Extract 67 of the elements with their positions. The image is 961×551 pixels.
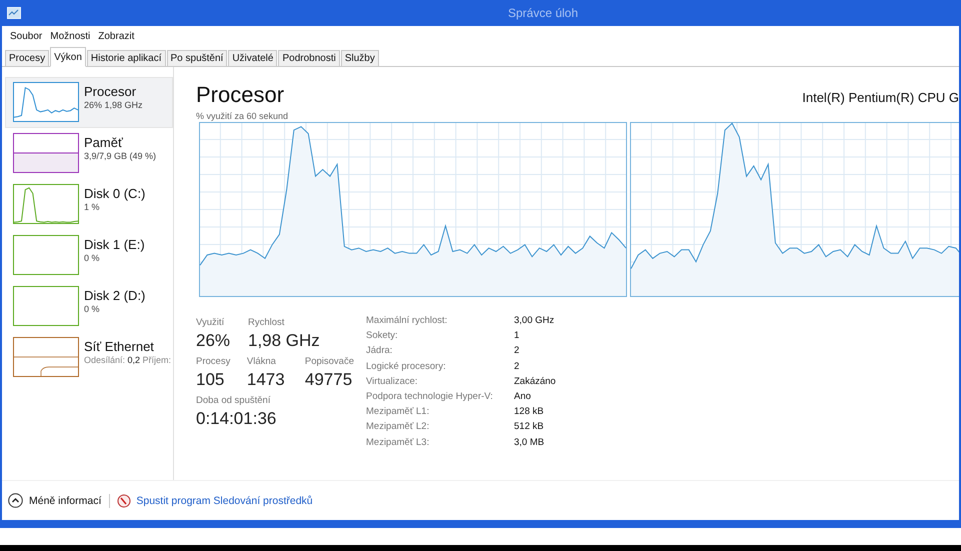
spec-label: Jádra: bbox=[366, 344, 394, 358]
spec-value: Zakázáno bbox=[514, 374, 556, 389]
tab[interactable]: Služby bbox=[340, 50, 379, 67]
item-name: Síť Ethernet bbox=[84, 339, 155, 354]
spec-label: Sokety: bbox=[366, 329, 399, 344]
stat-label: Využití bbox=[196, 317, 226, 328]
stat-label: Rychlost bbox=[248, 317, 286, 328]
spec-value: 512 kB bbox=[514, 420, 545, 434]
spec-value: 3,00 GHz bbox=[514, 314, 556, 328]
stat-value: 105 bbox=[196, 370, 226, 390]
gauge-icon bbox=[117, 494, 132, 508]
spec-label: Mezipaměť L3: bbox=[366, 436, 430, 450]
tab[interactable]: Procesy bbox=[5, 50, 50, 67]
stat-value: 49775 bbox=[304, 370, 354, 390]
stat-label: Vlákna bbox=[246, 356, 277, 367]
spec-label: Podpora technologie Hyper-V: bbox=[366, 390, 494, 404]
spec-label: Mezipaměť L1: bbox=[366, 405, 430, 420]
stat-value: 1473 bbox=[246, 370, 286, 390]
item-detail: Odesílání: 0,2 Příjem: bbox=[84, 355, 172, 365]
stat-value: 0:14:01:36 bbox=[196, 409, 276, 429]
app-icon bbox=[7, 7, 21, 19]
stat-value: 1,98 GHz bbox=[248, 331, 320, 351]
resource-monitor-link[interactable]: Spustit program Sledování prostředků bbox=[136, 494, 313, 506]
spec-value: 1 bbox=[514, 329, 520, 344]
spec-value: 128 kB bbox=[514, 405, 545, 420]
cpu-model: Intel(R) Pentium(R) CPU G bbox=[802, 90, 959, 105]
stat-label: Procesy bbox=[196, 356, 232, 367]
item-detail: 1 % bbox=[84, 202, 101, 212]
spec-value: 3,0 MB bbox=[514, 436, 546, 450]
spec-value: 2 bbox=[514, 344, 520, 358]
tab[interactable]: Po spuštění bbox=[166, 50, 228, 67]
tab[interactable]: Výkon bbox=[50, 47, 86, 67]
panel-title: Procesor bbox=[196, 82, 284, 108]
spec-label: Virtualizace: bbox=[366, 374, 419, 389]
tab[interactable]: Historie aplikací bbox=[86, 50, 166, 67]
item-name: Disk 2 (D:) bbox=[84, 288, 146, 303]
spec-value: Ano bbox=[514, 390, 532, 404]
chevron-up-icon bbox=[8, 493, 23, 508]
sidebar-item[interactable]: Disk 2 (D:) 0 % bbox=[5, 281, 173, 332]
item-name: Disk 1 (E:) bbox=[84, 237, 145, 252]
item-detail: 3,9/7,9 GB (49 %) bbox=[84, 151, 156, 161]
stat-label: Popisovače bbox=[304, 356, 354, 367]
spec-label: Mezipaměť L2: bbox=[366, 420, 430, 434]
item-detail: 26% 1,98 GHz bbox=[84, 100, 143, 110]
stat-value: 26% bbox=[196, 331, 232, 351]
item-name: Procesor bbox=[84, 84, 138, 99]
item-name: Paměť bbox=[84, 135, 124, 150]
sidebar-item[interactable]: Disk 0 (C:) 1 % bbox=[5, 179, 173, 230]
fewer-details-button[interactable]: Méně informací bbox=[8, 493, 102, 508]
stat-label: Doba od spuštění bbox=[196, 395, 272, 406]
window-title: Správce úloh bbox=[506, 6, 580, 20]
menu-item[interactable]: Zobrazit bbox=[94, 28, 138, 44]
sidebar-item[interactable]: Disk 1 (E:) 0 % bbox=[5, 230, 173, 281]
item-detail: 0 % bbox=[84, 253, 101, 263]
graph-caption: % využití za 60 sekund bbox=[196, 111, 290, 121]
sidebar-item[interactable]: Procesor 26% 1,98 GHz bbox=[5, 77, 173, 128]
item-name: Disk 0 (C:) bbox=[84, 186, 146, 201]
spec-value: 2 bbox=[514, 360, 520, 374]
tab[interactable]: Uživatelé bbox=[228, 50, 278, 67]
menu-item[interactable]: Možnosti bbox=[46, 28, 94, 44]
item-detail: 0 % bbox=[84, 304, 101, 314]
menu-item[interactable]: Soubor bbox=[6, 28, 46, 44]
sidebar-item[interactable]: Paměť 3,9/7,9 GB (49 %) bbox=[5, 128, 173, 179]
sidebar-item[interactable]: Síť Ethernet Odesílání: 0,2 Příjem: bbox=[5, 332, 173, 383]
spec-label: Maximální rychlost: bbox=[366, 314, 448, 328]
spec-label: Logické procesory: bbox=[366, 360, 447, 374]
tab[interactable]: Podrobnosti bbox=[278, 50, 340, 67]
